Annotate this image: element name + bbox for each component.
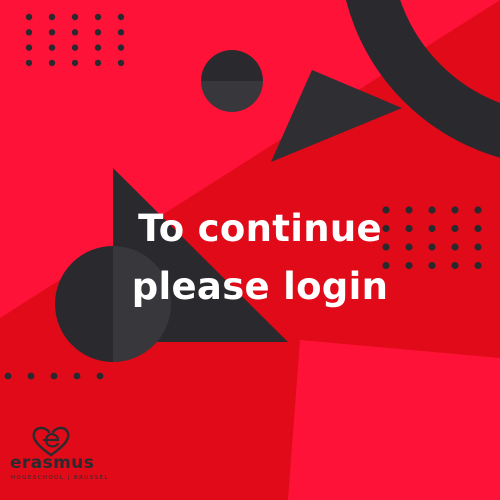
dot [48,13,56,21]
erasmus-logo: erasmus HOGESCHOOL | BRUSSEL [6,424,126,490]
dot [71,44,79,51]
dot [25,13,33,21]
dot [25,44,33,51]
dot [474,261,482,270]
logo-wordmark: erasmus [10,453,95,473]
bright-red-corner-panel [288,340,500,500]
dot [117,44,125,51]
dot [94,13,102,21]
dot [73,372,81,380]
dot [474,243,482,251]
dot [48,44,56,51]
dot [117,29,125,36]
dot [94,29,102,36]
login-prompt-banner: To continue please login erasmus HOGESCH… [0,0,500,500]
dot [451,243,459,251]
dot [27,372,35,380]
dot [25,59,33,67]
dot [94,44,102,51]
dot [48,59,56,67]
dot [428,243,436,251]
dot [117,59,125,67]
dot [4,372,12,380]
half-circle-icon [201,50,263,112]
dot [428,206,436,214]
dot [71,59,79,67]
logo-tagline: HOGESCHOOL | BRUSSEL [11,475,109,481]
dot [25,29,33,36]
dot [94,59,102,67]
login-headline: To continue please login [110,200,410,316]
dot [451,261,459,270]
dot [451,224,459,233]
dot [428,261,436,270]
dot [96,372,104,380]
dot-grid-icon [25,13,125,67]
dot [451,206,459,214]
dot [428,224,436,233]
dot [117,13,125,21]
dot [474,206,482,214]
headline-line-1: To continue [138,207,382,250]
dot [50,372,58,380]
dot [474,224,482,233]
dot [48,29,56,36]
dot [71,29,79,36]
headline-line-2: please login [131,265,389,308]
dot [71,13,79,21]
